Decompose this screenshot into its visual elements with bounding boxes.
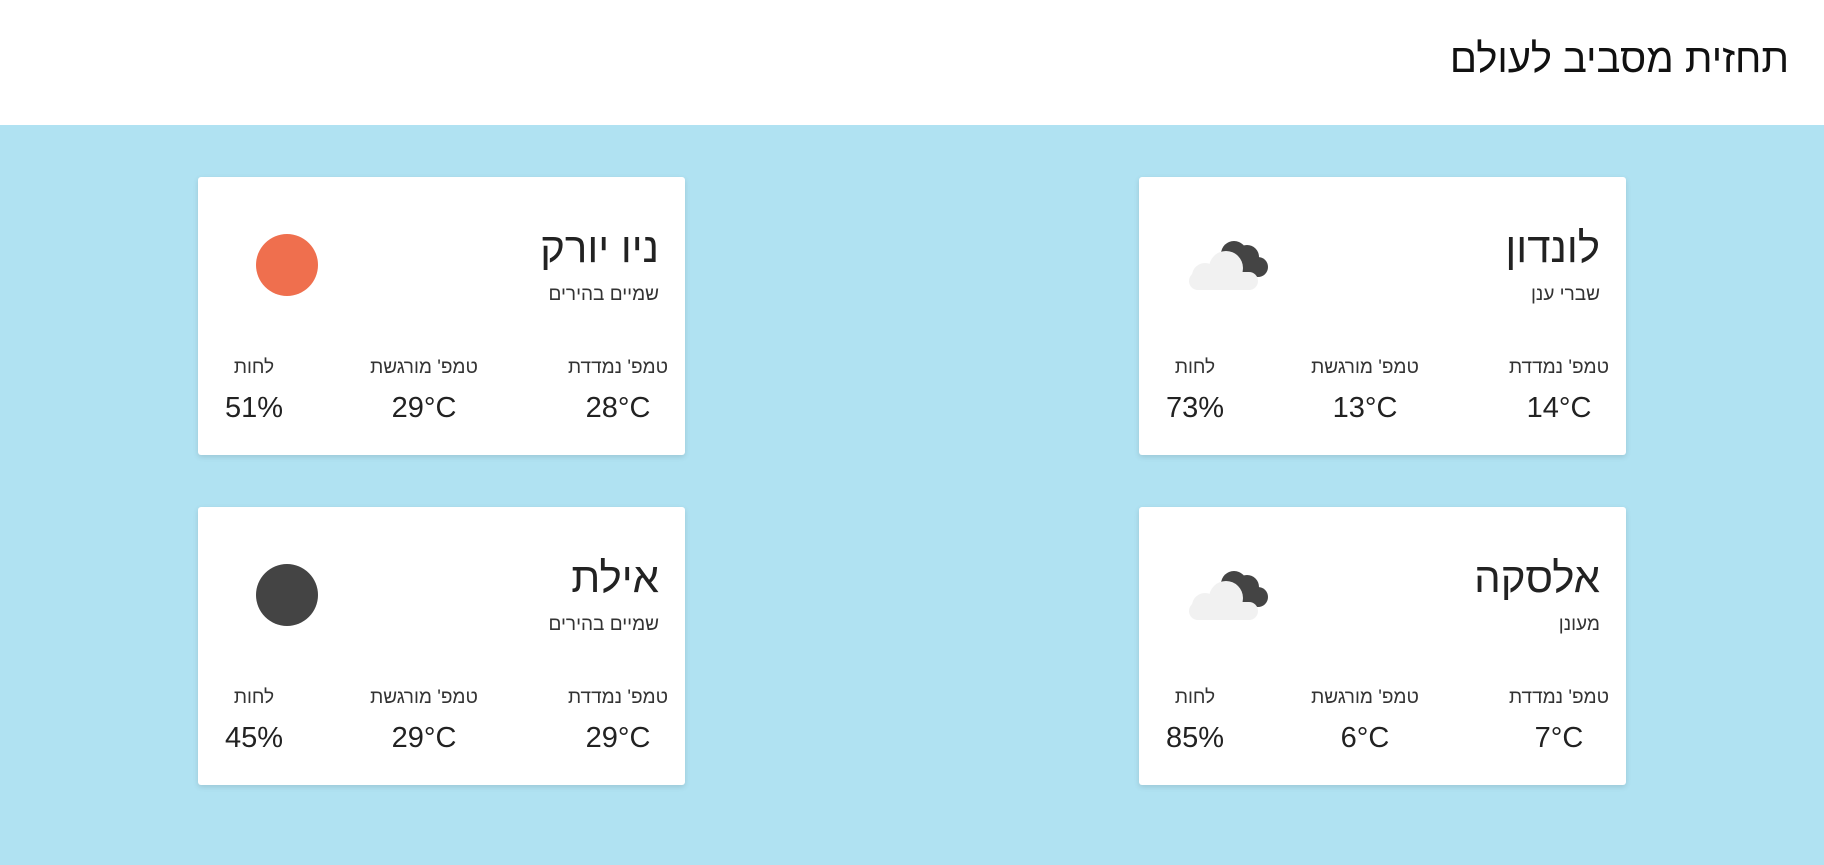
stat-humidity: לחות 73% xyxy=(1125,357,1265,425)
page-header: תחזית מסביב לעולם xyxy=(0,0,1824,125)
stat-label: לחות xyxy=(233,687,275,708)
stat-value: 6°C xyxy=(1340,722,1390,754)
stat-label: טמפ' מורגשת xyxy=(370,687,478,708)
page-title: תחזית מסביב לעולם xyxy=(1449,37,1789,81)
stat-label: לחות xyxy=(233,357,275,378)
city-name: אילת xyxy=(571,554,659,601)
weather-card-alaska: אלסקה מעונן טמפ' נמדדת 7°C טמפ' מורגשת 6… xyxy=(1139,507,1626,785)
stat-measured-temp: טמפ' נמדדת 14°C xyxy=(1489,357,1629,425)
stat-humidity: לחות 85% xyxy=(1125,687,1265,755)
stat-value: 73% xyxy=(1165,392,1225,424)
city-name: לונדון xyxy=(1505,224,1600,271)
moon-icon xyxy=(256,564,318,626)
weather-card-eilat: אילת שמיים בהירים טמפ' נמדדת 29°C טמפ' מ… xyxy=(198,507,685,785)
weather-condition: מעונן xyxy=(1558,614,1600,635)
weather-condition: שמיים בהירים xyxy=(548,614,659,635)
weather-card-new-york: ניו יורק שמיים בהירים טמפ' נמדדת 28°C טמ… xyxy=(198,177,685,455)
cloud-icon xyxy=(1189,241,1268,290)
sun-icon xyxy=(256,234,318,296)
stat-measured-temp: טמפ' נמדדת 7°C xyxy=(1489,687,1629,755)
stat-label: טמפ' מורגשת xyxy=(1311,687,1419,708)
stat-label: טמפ' נמדדת xyxy=(1508,687,1610,708)
stat-value: 14°C xyxy=(1526,392,1592,424)
stat-humidity: לחות 45% xyxy=(184,687,324,755)
stat-feels-like-temp: טמפ' מורגשת 6°C xyxy=(1295,687,1435,755)
stat-humidity: לחות 51% xyxy=(184,357,324,425)
weather-condition: שמיים בהירים xyxy=(548,284,659,305)
stat-value: 13°C xyxy=(1332,392,1398,424)
stat-value: 28°C xyxy=(585,392,651,424)
stat-value: 51% xyxy=(224,392,284,424)
stat-label: טמפ' מורגשת xyxy=(1311,357,1419,378)
stat-label: טמפ' נמדדת xyxy=(1508,357,1610,378)
stat-value: 29°C xyxy=(391,722,457,754)
stat-feels-like-temp: טמפ' מורגשת 29°C xyxy=(354,357,494,425)
stat-label: טמפ' נמדדת xyxy=(567,357,669,378)
stat-label: לחות xyxy=(1174,687,1216,708)
city-name: אלסקה xyxy=(1474,554,1600,601)
weather-card-london: לונדון שברי ענן טמפ' נמדדת 14°C טמפ' מור… xyxy=(1139,177,1626,455)
stat-measured-temp: טמפ' נמדדת 28°C xyxy=(548,357,688,425)
city-name: ניו יורק xyxy=(540,224,659,271)
stat-value: 7°C xyxy=(1534,722,1584,754)
stat-measured-temp: טמפ' נמדדת 29°C xyxy=(548,687,688,755)
weather-condition: שברי ענן xyxy=(1531,284,1600,305)
stat-value: 45% xyxy=(224,722,284,754)
cloud-icon xyxy=(1189,571,1268,620)
stat-value: 29°C xyxy=(585,722,651,754)
stat-label: טמפ' מורגשת xyxy=(370,357,478,378)
stat-label: טמפ' נמדדת xyxy=(567,687,669,708)
stat-value: 29°C xyxy=(391,392,457,424)
stat-label: לחות xyxy=(1174,357,1216,378)
stat-value: 85% xyxy=(1165,722,1225,754)
stat-feels-like-temp: טמפ' מורגשת 29°C xyxy=(354,687,494,755)
stat-feels-like-temp: טמפ' מורגשת 13°C xyxy=(1295,357,1435,425)
